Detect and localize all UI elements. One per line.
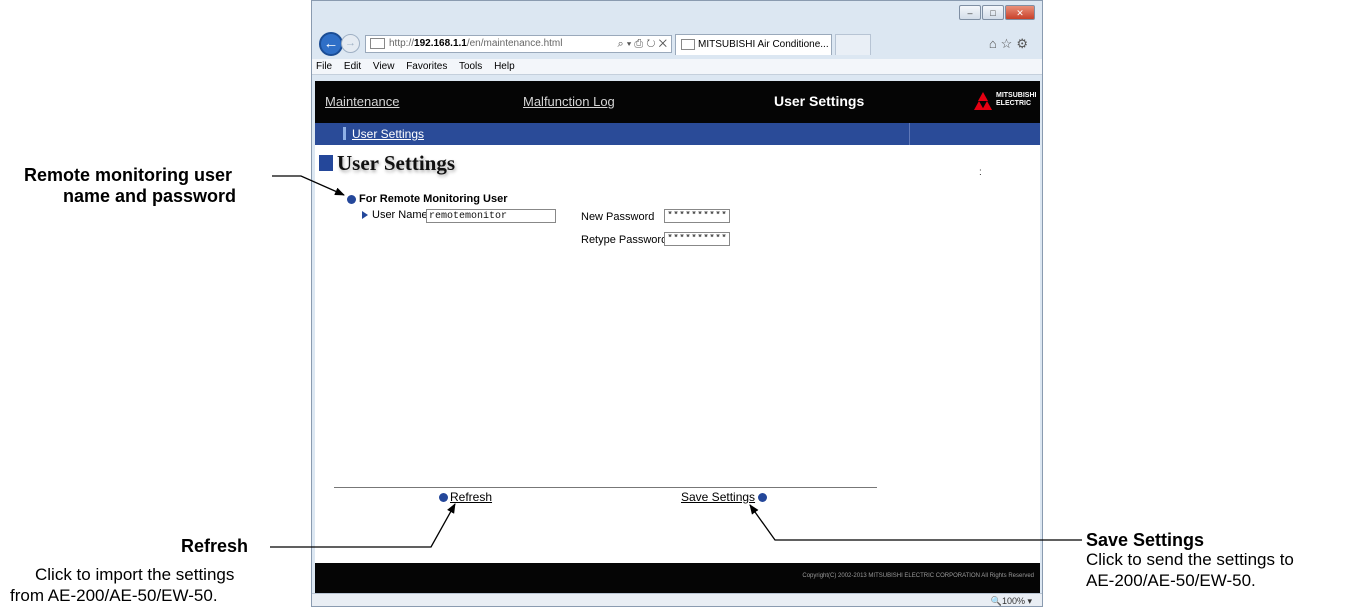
remote-callout-line: [272, 175, 345, 196]
refresh-callout-line: [270, 503, 456, 548]
save-callout-line: [749, 504, 1082, 541]
callout-lines: [270, 175, 1082, 548]
